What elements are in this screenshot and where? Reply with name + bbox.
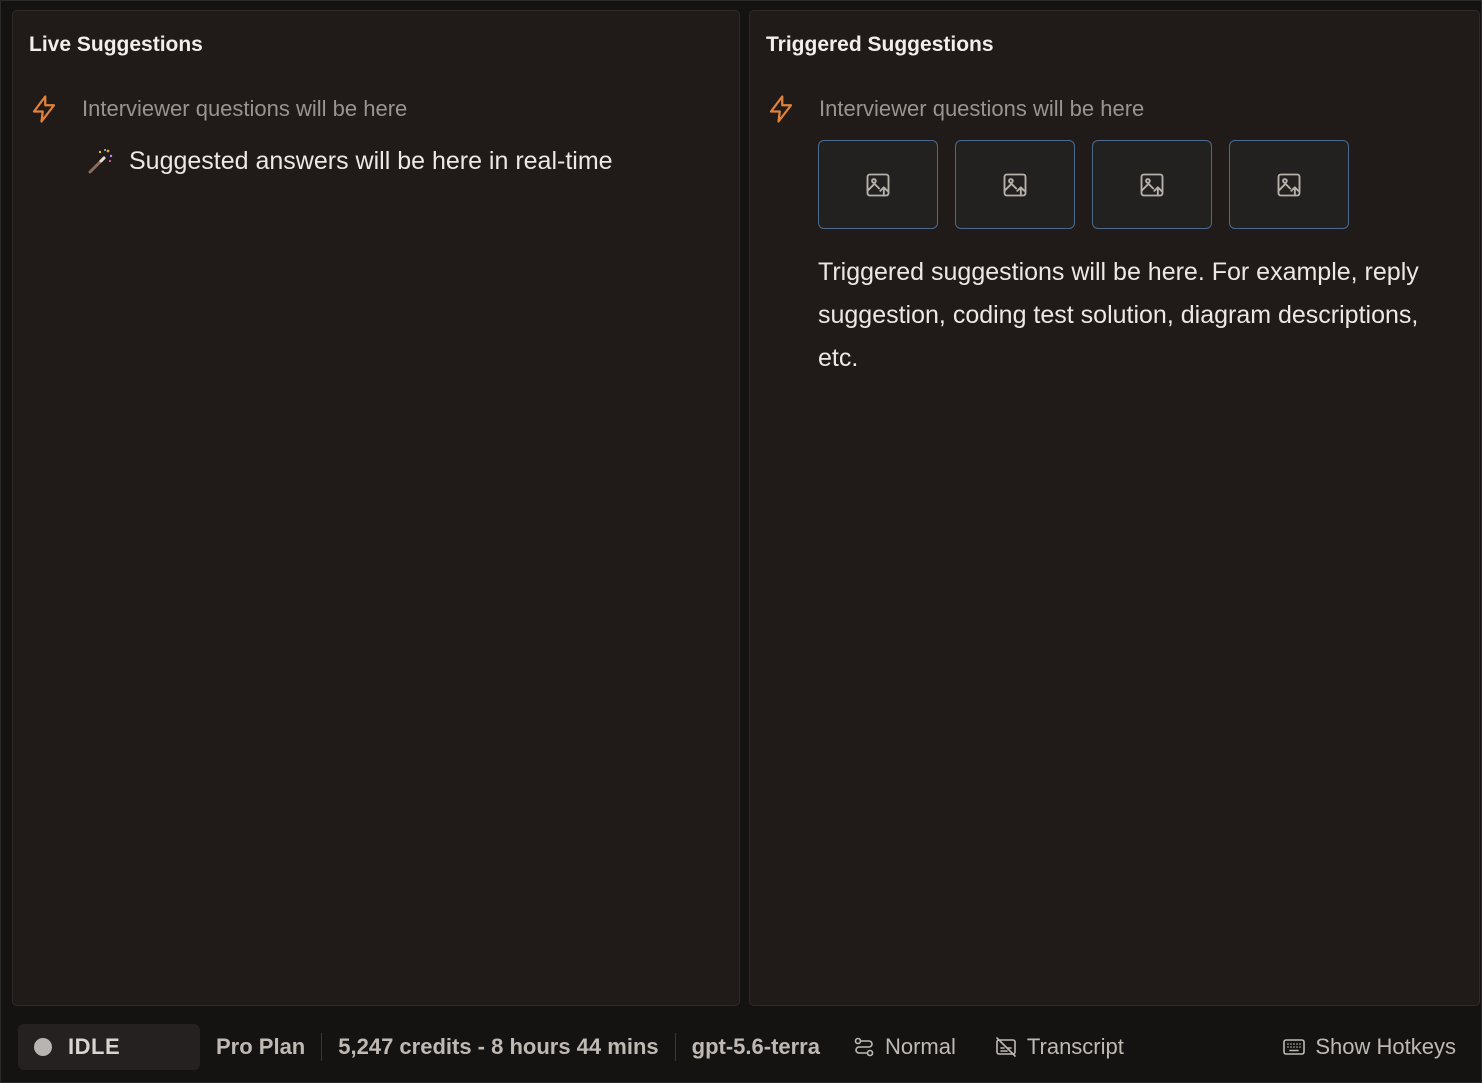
image-slots (818, 140, 1366, 229)
lightning-icon (766, 94, 796, 124)
status-dot-icon (34, 1038, 52, 1056)
mode-toggle[interactable]: Normal (852, 1034, 956, 1060)
answer-row: Suggested answers will be here in real-t… (85, 146, 613, 176)
app-window: Live Suggestions Interviewer questions w… (0, 0, 1482, 1083)
lightning-icon (29, 94, 59, 124)
keyboard-icon (1283, 1039, 1306, 1055)
image-upload-icon (1003, 173, 1027, 196)
show-hotkeys-button[interactable]: Show Hotkeys (1282, 1034, 1456, 1060)
panel-title: Triggered Suggestions (766, 33, 994, 56)
route-icon (854, 1037, 874, 1057)
credits-label: 5,247 credits - 8 hours 44 mins (338, 1034, 659, 1059)
question-row: Interviewer questions will be here (766, 94, 1144, 124)
question-row: Interviewer questions will be here (29, 94, 407, 124)
image-slot-3[interactable] (1092, 140, 1212, 229)
image-upload-icon (866, 173, 890, 196)
transcript-toggle[interactable]: Transcript (994, 1034, 1124, 1060)
triggered-suggestion-placeholder: Triggered suggestions will be here. For … (818, 258, 1419, 372)
divider (321, 1033, 323, 1061)
show-hotkeys-label: Show Hotkeys (1315, 1034, 1456, 1059)
divider (674, 1033, 676, 1061)
panel-title: Live Suggestions (29, 33, 203, 56)
image-slot-2[interactable] (955, 140, 1075, 229)
mode-label: Normal (884, 1034, 956, 1059)
status-label: IDLE (68, 1034, 121, 1059)
image-upload-icon (1277, 173, 1301, 196)
question-placeholder: Interviewer questions will be here (819, 96, 1145, 121)
model-label[interactable]: gpt-5.6-terra (692, 1034, 820, 1060)
status-bar: IDLE Pro Plan 5,247 credits - 8 hours 44… (12, 1016, 1480, 1078)
plan-label: Pro Plan (216, 1034, 306, 1059)
magic-wand-icon (85, 146, 115, 176)
transcript-label: Transcript (1026, 1034, 1124, 1059)
question-placeholder: Interviewer questions will be here (82, 96, 408, 121)
image-slot-4[interactable] (1229, 140, 1349, 229)
triggered-suggestions-panel: Triggered Suggestions Interviewer questi… (749, 10, 1480, 1006)
image-slot-1[interactable] (818, 140, 938, 229)
image-upload-icon (1140, 173, 1164, 196)
captions-off-icon (996, 1037, 1016, 1057)
status-badge[interactable]: IDLE (18, 1024, 200, 1070)
live-suggestions-panel: Live Suggestions Interviewer questions w… (12, 10, 740, 1006)
answer-placeholder: Suggested answers will be here in real-t… (129, 146, 613, 175)
